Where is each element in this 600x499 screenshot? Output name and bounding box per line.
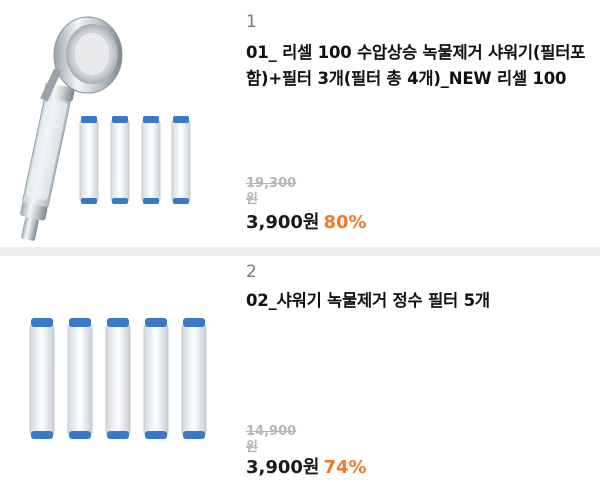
product-image-filters[interactable] xyxy=(0,256,228,499)
product-title[interactable]: 01_ 리셀 100 수압상승 녹물제거 샤워기(필터포함)+필터 3개(필터 … xyxy=(246,40,590,92)
product-card-2[interactable]: 2 02_샤워기 녹물제거 정수 필터 5개 14,900 원 3,900원 74… xyxy=(0,256,600,499)
discount-rate: 74% xyxy=(323,457,367,478)
product-image-shower-head[interactable] xyxy=(0,0,228,247)
discount-rate: 80% xyxy=(323,212,367,233)
filter-cartridges-image xyxy=(29,318,207,439)
sale-price: 3,900원 xyxy=(246,212,320,233)
product-rank: 1 xyxy=(246,12,257,32)
sale-price: 3,900원 xyxy=(246,457,320,478)
sale-price-row: 3,900원 74% xyxy=(246,457,367,479)
product-rank: 2 xyxy=(246,262,257,282)
product-card-1[interactable]: 1 01_ 리셀 100 수압상승 녹물제거 샤워기(필터포함)+필터 3개(필… xyxy=(0,0,600,247)
filter-cartridges xyxy=(79,116,191,204)
original-price: 19,300 xyxy=(246,176,297,191)
original-price-unit: 원 xyxy=(246,192,258,207)
product-title[interactable]: 02_샤워기 녹물제거 정수 필터 5개 xyxy=(246,288,590,314)
original-price-unit: 원 xyxy=(246,440,258,455)
product-list-page: 1 01_ 리셀 100 수압상승 녹물제거 샤워기(필터포함)+필터 3개(필… xyxy=(0,0,600,499)
section-divider xyxy=(0,247,600,256)
shower-head-with-filters-image xyxy=(20,16,191,241)
original-price: 14,900 xyxy=(246,424,297,439)
sale-price-row: 3,900원 80% xyxy=(246,212,367,234)
